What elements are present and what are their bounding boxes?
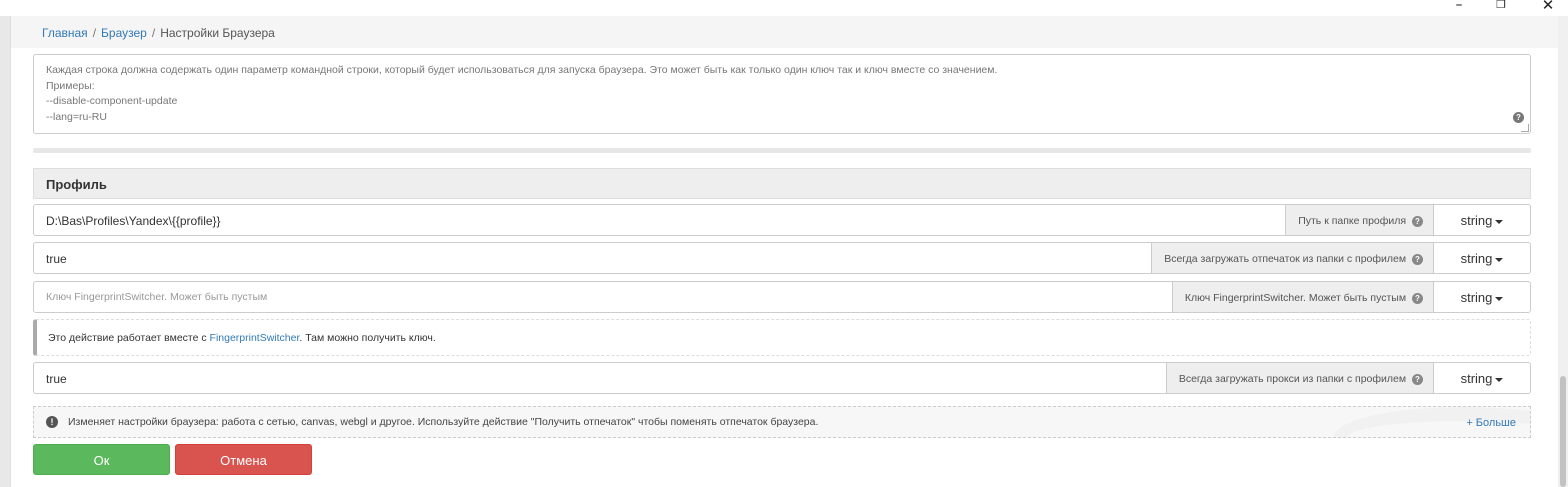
cancel-button[interactable]: Отмена — [175, 444, 312, 475]
note-text: . Там можно получить ключ. — [299, 332, 436, 344]
load-fingerprint-row: true Всегда загружать отпечаток из папки… — [33, 242, 1531, 274]
breadcrumb-separator: / — [92, 26, 97, 40]
help-icon[interactable]: ? — [1412, 292, 1423, 304]
more-link[interactable]: + Больше — [1466, 417, 1516, 429]
load-fingerprint-label: Всегда загружать отпечаток из папки с пр… — [1151, 242, 1434, 274]
type-dropdown-button[interactable]: string — [1434, 281, 1531, 313]
help-icon[interactable]: ? — [1513, 112, 1524, 123]
type-dropdown-button[interactable]: string — [1434, 204, 1531, 236]
breadcrumb-home-link[interactable]: Главная — [42, 26, 88, 40]
textarea-placeholder-line: --lang=ru-RU — [46, 110, 107, 123]
profile-section-title: Профиль — [33, 168, 1531, 199]
fingerprintswitcher-link[interactable]: FingerprintSwitcher — [210, 332, 300, 344]
profile-path-label: Путь к папке профиля ? — [1285, 204, 1434, 236]
type-dropdown-button[interactable]: string — [1434, 362, 1531, 394]
description-text: Изменяет настройки браузера: работа с се… — [68, 416, 819, 428]
type-dropdown-button[interactable]: string — [1434, 242, 1531, 274]
exclamation-icon: ! — [46, 416, 58, 429]
field-label-text: Путь к папке профиля — [1298, 215, 1407, 227]
scrollbar-thumb[interactable] — [1560, 376, 1566, 487]
type-label: string — [1460, 251, 1493, 266]
fingerprintswitcher-note: Это действие работает вместе с Fingerpri… — [33, 319, 1531, 356]
load-fingerprint-input[interactable]: true — [33, 242, 1152, 274]
field-label-text: Всегда загружать прокси из папки с профи… — [1178, 373, 1407, 385]
minimize-icon[interactable]: – — [1449, 0, 1469, 14]
settings-panel: Главная / Браузер / Настройки Браузера Кажда… — [10, 16, 1559, 487]
caret-down-icon — [1495, 257, 1504, 262]
fingerprint-key-input[interactable]: Ключ FingerprintSwitcher. Может быть пус… — [33, 281, 1172, 313]
help-icon[interactable]: ? — [1412, 215, 1423, 227]
vertical-scrollbar[interactable] — [1558, 16, 1568, 487]
note-text: Это действие работает вместе с — [48, 332, 210, 344]
textarea-placeholder-line: --disable-component-update — [46, 95, 178, 107]
breadcrumb-current: Настройки Браузера — [160, 26, 275, 40]
breadcrumb: Главная / Браузер / Настройки Браузера — [11, 16, 1559, 48]
caret-down-icon — [1495, 377, 1504, 382]
help-icon[interactable]: ? — [1412, 253, 1423, 265]
restore-icon[interactable]: ❐ — [1491, 0, 1511, 14]
fingerprint-key-row: Ключ FingerprintSwitcher. Может быть пус… — [33, 281, 1531, 313]
load-proxy-label: Всегда загружать прокси из папки с профи… — [1165, 362, 1434, 394]
caret-down-icon — [1495, 296, 1504, 301]
fingerprint-key-label: Ключ FingerprintSwitcher. Может быть пус… — [1171, 281, 1434, 313]
ok-button[interactable]: Ок — [33, 444, 170, 475]
command-line-textarea[interactable]: Каждая строка должна содержать один пара… — [33, 54, 1531, 134]
textarea-placeholder-line: Примеры: — [46, 79, 95, 92]
type-label: string — [1460, 371, 1493, 386]
section-divider — [33, 148, 1531, 153]
breadcrumb-browser-link[interactable]: Браузер — [101, 26, 147, 40]
textarea-placeholder-line: Каждая строка должна содержать один пара… — [46, 64, 998, 76]
window-titlebar: – ❐ ✕ — [0, 0, 1568, 16]
caret-down-icon — [1495, 219, 1504, 224]
load-proxy-row: true Всегда загружать прокси из папки с … — [33, 362, 1531, 394]
field-label-text: Ключ FingerprintSwitcher. Может быть пус… — [1184, 292, 1407, 304]
help-icon[interactable]: ? — [1412, 373, 1423, 385]
breadcrumb-separator: / — [151, 26, 156, 40]
profile-path-input[interactable]: D:\Bas\Profiles\Yandex\{{profile}} — [33, 204, 1286, 236]
action-description: ! Изменяет настройки браузера: работа с с… — [33, 406, 1531, 438]
field-label-text: Всегда загружать отпечаток из папки с пр… — [1164, 253, 1407, 265]
load-proxy-input[interactable]: true — [33, 362, 1166, 394]
type-label: string — [1460, 213, 1493, 228]
resize-handle[interactable] — [1521, 124, 1529, 132]
type-label: string — [1460, 290, 1493, 305]
profile-path-row: D:\Bas\Profiles\Yandex\{{profile}} Путь … — [33, 204, 1531, 236]
close-icon[interactable]: ✕ — [1538, 0, 1558, 14]
